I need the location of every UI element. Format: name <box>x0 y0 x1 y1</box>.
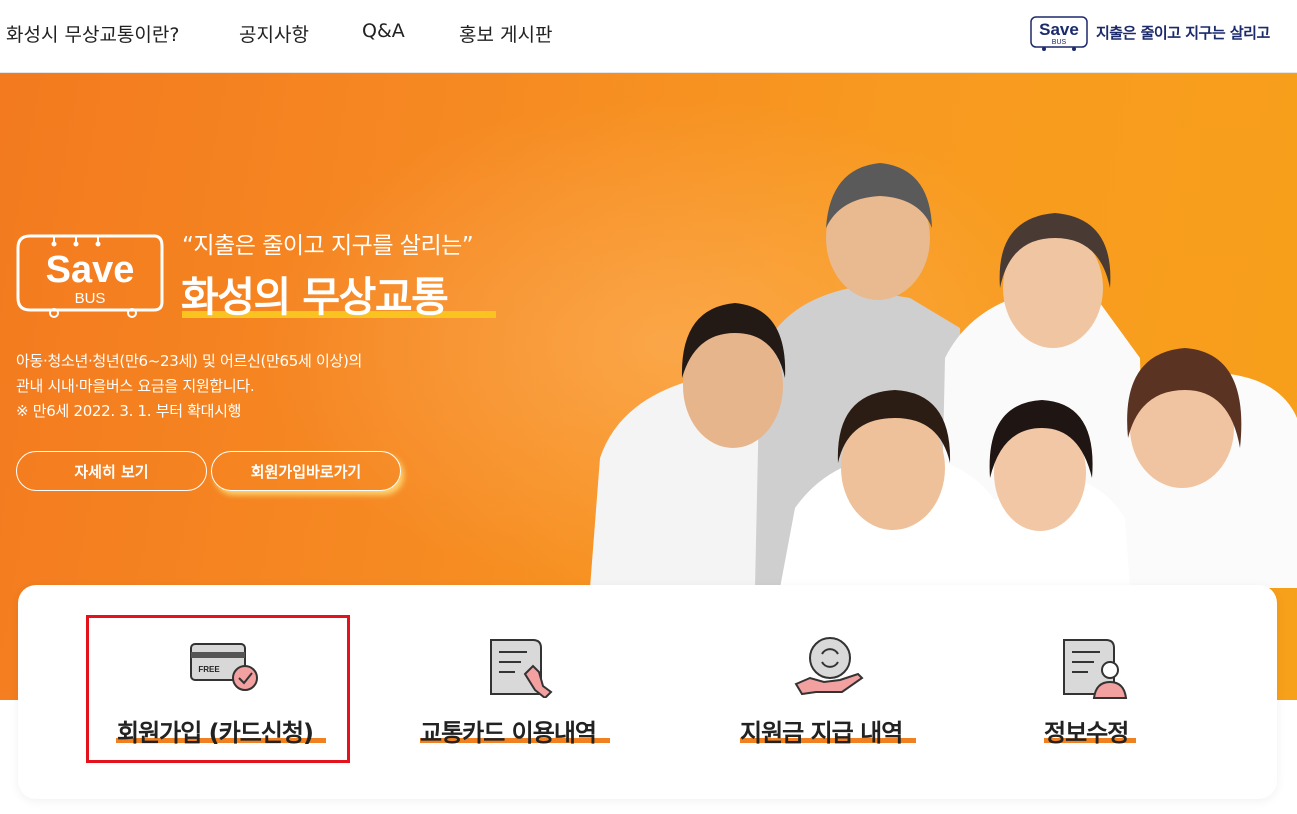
save-bus-hero-logo-icon: Save BUS <box>16 234 164 318</box>
brand-logo-sub: BUS <box>1052 39 1067 46</box>
hero-logo-sub: BUS <box>75 290 106 307</box>
service-edit-info-label: 정보수정 <box>1044 719 1129 747</box>
service-subsidy-history[interactable]: 지원금 지급 내역 <box>728 630 928 755</box>
service-edit-info[interactable]: 정보수정 <box>1030 630 1150 755</box>
brand-slogan: 지출은 줄이고 지구는 살리고 <box>1096 23 1270 42</box>
hero-logo-text: Save <box>46 249 135 291</box>
hero-desc-line-3: ※ 만6세 2022. 3. 1. 부터 확대시행 <box>16 402 242 420</box>
top-header: 화성시 무상교통이란? 공지사항 Q&A 홍보 게시판 Save BUS 지출은… <box>0 0 1297 73</box>
signup-shortcut-button[interactable]: 회원가입바로가기 <box>211 451 401 491</box>
brand-link[interactable]: Save BUS 지출은 줄이고 지구는 살리고 <box>1030 12 1270 52</box>
coin-hand-icon <box>794 637 864 696</box>
document-user-icon <box>1063 639 1128 699</box>
nav-item-about[interactable]: 화성시 무상교통이란? <box>6 20 179 47</box>
brand-logo-text: Save <box>1039 20 1079 39</box>
details-button[interactable]: 자세히 보기 <box>16 451 207 491</box>
nav-item-notice[interactable]: 공지사항 <box>239 20 309 47</box>
signup-highlight-box <box>86 615 350 763</box>
hero-desc-line-1: 아동·청소년·청년(만6~23세) 및 어르신(만65세 이상)의 <box>16 352 363 370</box>
nav-item-qna[interactable]: Q&A <box>362 20 405 42</box>
service-card-history[interactable]: 교통카드 이용내역 <box>410 630 620 755</box>
nav-item-board[interactable]: 홍보 게시판 <box>459 20 552 47</box>
save-bus-logo-icon: Save BUS <box>1030 16 1088 51</box>
family-photo <box>590 163 1297 588</box>
service-card-history-label: 교통카드 이용내역 <box>420 719 597 747</box>
hero-quote: “지출은 줄이고 지구를 살리는” <box>182 233 474 259</box>
hero-desc-line-2: 관내 시내·마을버스 요금을 지원합니다. <box>16 377 255 395</box>
document-hand-icon <box>490 639 553 698</box>
service-subsidy-history-label: 지원금 지급 내역 <box>740 719 903 747</box>
hero-title: 화성의 무상교통 <box>181 273 449 321</box>
